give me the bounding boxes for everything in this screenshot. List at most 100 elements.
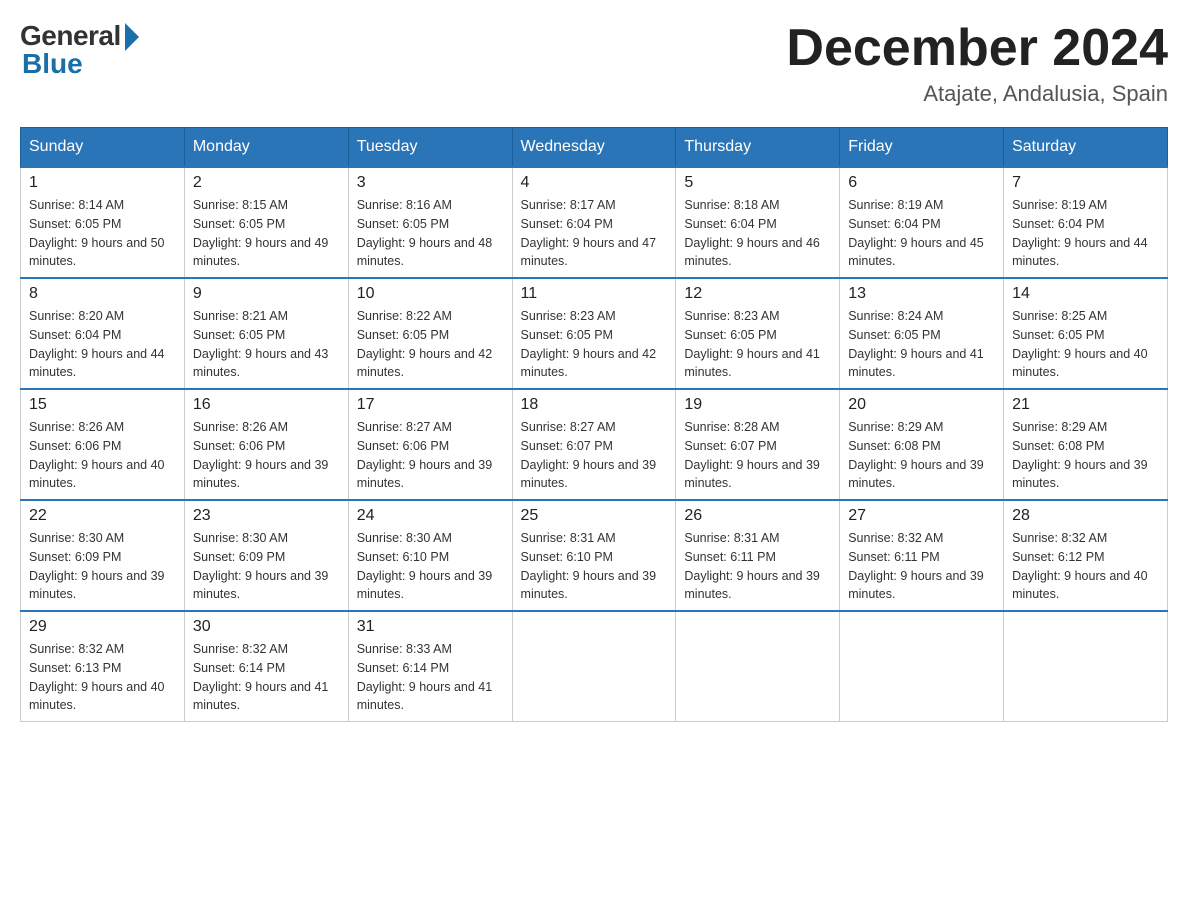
calendar-week-row: 22 Sunrise: 8:30 AMSunset: 6:09 PMDayligh… <box>21 500 1168 611</box>
calendar-cell: 24Sunrise: 8:30 AMSunset: 6:10 PMDayligh… <box>348 500 512 611</box>
weekday-header-row: SundayMondayTuesdayWednesdayThursdayFrid… <box>21 128 1168 168</box>
calendar-cell: 11 Sunrise: 8:23 AMSunset: 6:05 PMDayligh… <box>512 278 676 389</box>
calendar-cell: 1 Sunrise: 8:14 AMSunset: 6:05 PMDaylight… <box>21 167 185 278</box>
calendar-cell <box>512 611 676 722</box>
day-number: 29 <box>29 618 176 636</box>
day-number: 23 <box>193 507 340 525</box>
calendar-cell: 2 Sunrise: 8:15 AMSunset: 6:05 PMDaylight… <box>184 167 348 278</box>
calendar-cell <box>676 611 840 722</box>
day-number: 6 <box>848 174 995 192</box>
day-info: Sunrise: 8:31 AMSunset: 6:10 PMDaylight:… <box>521 529 668 604</box>
day-number: 27 <box>848 507 995 525</box>
calendar-cell: 31Sunrise: 8:33 AMSunset: 6:14 PMDayligh… <box>348 611 512 722</box>
day-number: 19 <box>684 396 831 414</box>
weekday-header-friday: Friday <box>840 128 1004 168</box>
day-info: Sunrise: 8:23 AMSunset: 6:05 PMDaylight:… <box>521 307 668 382</box>
weekday-header-saturday: Saturday <box>1004 128 1168 168</box>
day-info: Sunrise: 8:27 AMSunset: 6:06 PMDaylight:… <box>357 418 504 493</box>
calendar-cell: 14 Sunrise: 8:25 AMSunset: 6:05 PMDayligh… <box>1004 278 1168 389</box>
day-info: Sunrise: 8:30 AMSunset: 6:09 PMDaylight:… <box>193 529 340 604</box>
day-info: Sunrise: 8:23 AMSunset: 6:05 PMDaylight:… <box>684 307 831 382</box>
day-number: 26 <box>684 507 831 525</box>
calendar-cell: 27 Sunrise: 8:32 AMSunset: 6:11 PMDayligh… <box>840 500 1004 611</box>
day-info: Sunrise: 8:26 AMSunset: 6:06 PMDaylight:… <box>29 418 176 493</box>
day-number: 20 <box>848 396 995 414</box>
day-info: Sunrise: 8:32 AMSunset: 6:11 PMDaylight:… <box>848 529 995 604</box>
location-title: Atajate, Andalusia, Spain <box>786 81 1168 107</box>
calendar-cell: 16 Sunrise: 8:26 AMSunset: 6:06 PMDayligh… <box>184 389 348 500</box>
day-number: 22 <box>29 507 176 525</box>
header: General Blue December 2024 Atajate, Anda… <box>20 20 1168 107</box>
calendar-cell <box>1004 611 1168 722</box>
calendar-cell: 21 Sunrise: 8:29 AMSunset: 6:08 PMDayligh… <box>1004 389 1168 500</box>
calendar-cell: 22Sunrise: 8:30 AMSunset: 6:09 PMDayligh… <box>21 500 185 611</box>
calendar-cell: 9Sunrise: 8:21 AMSunset: 6:05 PMDaylight… <box>184 278 348 389</box>
day-info: Sunrise: 8:15 AMSunset: 6:05 PMDaylight:… <box>193 196 340 271</box>
calendar-cell: 25 Sunrise: 8:31 AMSunset: 6:10 PMDayligh… <box>512 500 676 611</box>
calendar-cell: 15 Sunrise: 8:26 AMSunset: 6:06 PMDayligh… <box>21 389 185 500</box>
logo: General Blue <box>20 20 139 80</box>
day-info: Sunrise: 8:32 AMSunset: 6:13 PMDaylight:… <box>29 640 176 715</box>
weekday-header-monday: Monday <box>184 128 348 168</box>
day-number: 13 <box>848 285 995 303</box>
day-info: Sunrise: 8:20 AMSunset: 6:04 PMDaylight:… <box>29 307 176 382</box>
day-number: 21 <box>1012 396 1159 414</box>
calendar-cell: 10 Sunrise: 8:22 AMSunset: 6:05 PMDayligh… <box>348 278 512 389</box>
calendar-cell: 19 Sunrise: 8:28 AMSunset: 6:07 PMDayligh… <box>676 389 840 500</box>
day-number: 12 <box>684 285 831 303</box>
day-number: 4 <box>521 174 668 192</box>
day-info: Sunrise: 8:14 AMSunset: 6:05 PMDaylight:… <box>29 196 176 271</box>
calendar-cell: 26 Sunrise: 8:31 AMSunset: 6:11 PMDayligh… <box>676 500 840 611</box>
day-number: 7 <box>1012 174 1159 192</box>
day-info: Sunrise: 8:27 AMSunset: 6:07 PMDaylight:… <box>521 418 668 493</box>
day-info: Sunrise: 8:29 AMSunset: 6:08 PMDaylight:… <box>1012 418 1159 493</box>
calendar-week-row: 1 Sunrise: 8:14 AMSunset: 6:05 PMDaylight… <box>21 167 1168 278</box>
day-number: 16 <box>193 396 340 414</box>
logo-arrow-icon <box>125 23 139 51</box>
weekday-header-sunday: Sunday <box>21 128 185 168</box>
day-info: Sunrise: 8:16 AMSunset: 6:05 PMDaylight:… <box>357 196 504 271</box>
calendar-cell: 20 Sunrise: 8:29 AMSunset: 6:08 PMDayligh… <box>840 389 1004 500</box>
day-info: Sunrise: 8:25 AMSunset: 6:05 PMDaylight:… <box>1012 307 1159 382</box>
day-info: Sunrise: 8:18 AMSunset: 6:04 PMDaylight:… <box>684 196 831 271</box>
calendar-week-row: 8 Sunrise: 8:20 AMSunset: 6:04 PMDaylight… <box>21 278 1168 389</box>
day-info: Sunrise: 8:30 AMSunset: 6:10 PMDaylight:… <box>357 529 504 604</box>
month-title: December 2024 <box>786 20 1168 77</box>
day-number: 11 <box>521 285 668 303</box>
calendar-cell: 6 Sunrise: 8:19 AMSunset: 6:04 PMDaylight… <box>840 167 1004 278</box>
calendar-cell: 13Sunrise: 8:24 AMSunset: 6:05 PMDayligh… <box>840 278 1004 389</box>
day-info: Sunrise: 8:28 AMSunset: 6:07 PMDaylight:… <box>684 418 831 493</box>
day-info: Sunrise: 8:22 AMSunset: 6:05 PMDaylight:… <box>357 307 504 382</box>
weekday-header-thursday: Thursday <box>676 128 840 168</box>
weekday-header-tuesday: Tuesday <box>348 128 512 168</box>
calendar-cell: 8 Sunrise: 8:20 AMSunset: 6:04 PMDaylight… <box>21 278 185 389</box>
day-info: Sunrise: 8:21 AMSunset: 6:05 PMDaylight:… <box>193 307 340 382</box>
calendar-cell <box>840 611 1004 722</box>
day-number: 31 <box>357 618 504 636</box>
weekday-header-wednesday: Wednesday <box>512 128 676 168</box>
day-number: 10 <box>357 285 504 303</box>
day-info: Sunrise: 8:32 AMSunset: 6:14 PMDaylight:… <box>193 640 340 715</box>
day-number: 25 <box>521 507 668 525</box>
day-info: Sunrise: 8:29 AMSunset: 6:08 PMDaylight:… <box>848 418 995 493</box>
calendar-table: SundayMondayTuesdayWednesdayThursdayFrid… <box>20 127 1168 722</box>
day-number: 8 <box>29 285 176 303</box>
calendar-cell: 3 Sunrise: 8:16 AMSunset: 6:05 PMDaylight… <box>348 167 512 278</box>
day-number: 14 <box>1012 285 1159 303</box>
day-number: 1 <box>29 174 176 192</box>
day-number: 17 <box>357 396 504 414</box>
day-number: 15 <box>29 396 176 414</box>
calendar-week-row: 15 Sunrise: 8:26 AMSunset: 6:06 PMDayligh… <box>21 389 1168 500</box>
day-number: 18 <box>521 396 668 414</box>
day-number: 28 <box>1012 507 1159 525</box>
day-info: Sunrise: 8:26 AMSunset: 6:06 PMDaylight:… <box>193 418 340 493</box>
day-info: Sunrise: 8:19 AMSunset: 6:04 PMDaylight:… <box>848 196 995 271</box>
day-info: Sunrise: 8:32 AMSunset: 6:12 PMDaylight:… <box>1012 529 1159 604</box>
calendar-cell: 12 Sunrise: 8:23 AMSunset: 6:05 PMDayligh… <box>676 278 840 389</box>
day-number: 5 <box>684 174 831 192</box>
day-number: 3 <box>357 174 504 192</box>
day-info: Sunrise: 8:31 AMSunset: 6:11 PMDaylight:… <box>684 529 831 604</box>
day-info: Sunrise: 8:17 AMSunset: 6:04 PMDaylight:… <box>521 196 668 271</box>
day-number: 2 <box>193 174 340 192</box>
calendar-cell: 18 Sunrise: 8:27 AMSunset: 6:07 PMDayligh… <box>512 389 676 500</box>
